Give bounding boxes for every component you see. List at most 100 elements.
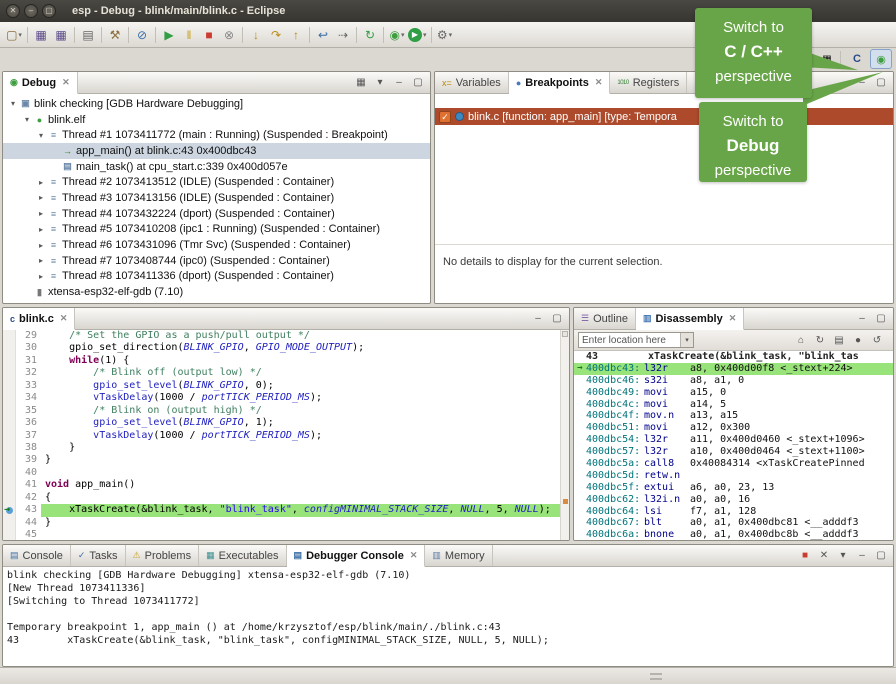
build-all-icon[interactable]: ⚒ xyxy=(105,25,125,45)
tab-console[interactable]: ▤Console xyxy=(3,545,71,566)
console-output[interactable]: blink checking [GDB Hardware Debugging] … xyxy=(3,567,893,666)
debug-tree-item[interactable]: ▸≡Thread #7 1073408744 (ipc0) (Suspended… xyxy=(3,253,430,269)
chevron-down-icon[interactable]: ▾ xyxy=(680,333,693,347)
overview-ruler[interactable] xyxy=(560,330,569,541)
debug-tree[interactable]: ▾▣blink checking [GDB Hardware Debugging… xyxy=(3,94,430,303)
tree-expander-icon[interactable]: ▸ xyxy=(35,193,47,202)
tree-expander-icon[interactable]: ▾ xyxy=(7,99,19,108)
tree-expander-icon[interactable]: ▸ xyxy=(35,225,47,234)
minimize-icon[interactable]: – xyxy=(530,311,546,327)
minimize-icon[interactable]: – xyxy=(854,548,870,564)
disassembly-instruction[interactable]: 400dbc4f:mov.na13, a15 xyxy=(574,410,893,422)
debug-tree-item[interactable]: →app_main() at blink.c:43 0x400dbc43 xyxy=(3,143,430,159)
editor-line[interactable]: 32 /* Blink off (output low) */ xyxy=(3,367,569,379)
minimize-window-button[interactable]: – xyxy=(24,4,38,18)
tree-expander-icon[interactable]: ▸ xyxy=(35,178,47,187)
editor-gutter[interactable] xyxy=(3,430,16,442)
editor-gutter[interactable] xyxy=(3,367,16,379)
tree-expander-icon[interactable]: ▸ xyxy=(35,272,47,281)
resume-icon[interactable]: ▶ xyxy=(159,25,179,45)
close-tab-icon[interactable]: ✕ xyxy=(62,77,70,88)
disassembly-instruction[interactable]: 400dbc62:l32i.na0, a0, 16 xyxy=(574,494,893,506)
tab-executables[interactable]: ▦Executables xyxy=(199,545,286,566)
disassembly-instruction[interactable]: 400dbc5a:call80x40084314 <xTaskCreatePin… xyxy=(574,458,893,470)
tab-debug[interactable]: ◉Debug✕ xyxy=(3,72,78,94)
tab-debugger-console[interactable]: ▤Debugger Console✕ xyxy=(287,545,426,567)
close-tab-icon[interactable]: ✕ xyxy=(595,77,603,88)
instruction-stepping-icon[interactable]: ⇢ xyxy=(333,25,353,45)
external-tools-icon[interactable]: ⚙▾ xyxy=(435,25,455,45)
tab-problems[interactable]: ⚠Problems xyxy=(126,545,200,566)
disassembly-instruction[interactable]: 400dbc54:l32ra11, 0x400d0460 <_stext+109… xyxy=(574,434,893,446)
run-icon[interactable]: ▶▾ xyxy=(407,25,428,45)
debug-tree-item[interactable]: ▸≡Thread #8 1073411336 (dport) (Suspende… xyxy=(3,269,430,285)
debug-tree-item[interactable]: ▸≡Thread #4 1073432224 (dport) (Suspende… xyxy=(3,206,430,222)
tree-expander-icon[interactable]: ▸ xyxy=(35,256,47,265)
remove-console-icon[interactable]: ✕ xyxy=(816,548,832,564)
terminate-icon[interactable]: ■ xyxy=(199,25,219,45)
disassembly-instruction[interactable]: 400dbc57:l32ra10, 0x400d0464 <_stext+110… xyxy=(574,446,893,458)
debug-tree-item[interactable]: ▾≡Thread #1 1073411772 (main : Running) … xyxy=(3,127,430,143)
location-combo[interactable]: Enter location here ▾ xyxy=(578,332,694,348)
debug-tree-item[interactable]: ▮xtensa-esp32-elf-gdb (7.10) xyxy=(3,284,430,300)
editor-gutter[interactable] xyxy=(3,467,16,479)
toggle-breakpoint-icon[interactable]: ● xyxy=(850,332,866,348)
editor-line[interactable]: 36 gpio_set_level(BLINK_GPIO, 1); xyxy=(3,417,569,429)
view-menu-icon[interactable]: ▾ xyxy=(372,75,388,91)
editor-gutter[interactable] xyxy=(3,355,16,367)
editor-gutter[interactable] xyxy=(3,330,16,342)
tab-variables[interactable]: x=Variables xyxy=(435,72,509,93)
terminate-icon[interactable]: ■ xyxy=(797,548,813,564)
current-line-marker-icon[interactable] xyxy=(563,499,568,504)
maximize-icon[interactable]: ▢ xyxy=(410,75,426,91)
editor-line[interactable]: 30 gpio_set_direction(BLINK_GPIO, GPIO_M… xyxy=(3,342,569,354)
close-tab-icon[interactable]: ✕ xyxy=(729,313,737,324)
current-instruction-pointer-icon[interactable]: → xyxy=(3,504,16,516)
debug-tree-item[interactable]: ▸≡Thread #2 1073413512 (IDLE) (Suspended… xyxy=(3,174,430,190)
suspend-icon[interactable]: ‖ xyxy=(179,25,199,45)
debug-perspective-button[interactable]: ◉ xyxy=(870,49,892,69)
editor-line[interactable]: 44} xyxy=(3,517,569,529)
editor-gutter[interactable] xyxy=(3,342,16,354)
maximize-icon[interactable]: ▢ xyxy=(873,548,889,564)
disassembly-instruction[interactable]: 400dbc51:movia12, 0x300 xyxy=(574,422,893,434)
drop-to-frame-icon[interactable]: ↩ xyxy=(313,25,333,45)
editor-gutter[interactable] xyxy=(3,392,16,404)
maximize-icon[interactable]: ▢ xyxy=(873,75,889,91)
debug-tree-item[interactable]: ▸≡Thread #3 1073413156 (IDLE) (Suspended… xyxy=(3,190,430,206)
refresh-view-icon[interactable]: ↺ xyxy=(869,332,885,348)
tab-registers[interactable]: 1010Registers xyxy=(610,72,687,93)
close-tab-icon[interactable]: ✕ xyxy=(410,550,418,561)
print-icon[interactable]: ▤ xyxy=(78,25,98,45)
editor-body[interactable]: 29 /* Set the GPIO as a push/pull output… xyxy=(3,330,569,541)
sash-handle[interactable] xyxy=(650,673,662,680)
disassembly-instruction[interactable]: 400dbc67:blta0, a1, 0x400dbc81 <__adddf3 xyxy=(574,517,893,529)
editor-line[interactable]: 41void app_main() xyxy=(3,479,569,491)
disassembly-instruction[interactable]: 400dbc64:lsif7, a1, 128 xyxy=(574,506,893,518)
editor-line[interactable]: 39} xyxy=(3,454,569,466)
minimize-icon[interactable]: – xyxy=(391,75,407,91)
editor-gutter[interactable] xyxy=(3,454,16,466)
tree-expander-icon[interactable]: ▾ xyxy=(21,115,33,124)
editor-line[interactable]: 31 while(1) { xyxy=(3,355,569,367)
maximize-window-button[interactable]: ▢ xyxy=(42,4,56,18)
show-source-icon[interactable]: ▤ xyxy=(831,332,847,348)
step-return-icon[interactable]: ↑ xyxy=(286,25,306,45)
tab-memory[interactable]: ▥Memory xyxy=(425,545,492,566)
home-icon[interactable]: ⌂ xyxy=(793,332,809,348)
breakpoint-row[interactable]: ✓ blink.c [function: app_main] [type: Te… xyxy=(435,108,893,125)
editor-line[interactable]: 35 /* Blink on (output high) */ xyxy=(3,405,569,417)
debug-icon[interactable]: ◉▾ xyxy=(387,25,407,45)
editor-line[interactable]: 29 /* Set the GPIO as a push/pull output… xyxy=(3,330,569,342)
disassembly-instruction[interactable]: →400dbc43:l32ra8, 0x400d00f8 <_stext+224… xyxy=(574,363,893,375)
close-tab-icon[interactable]: ✕ xyxy=(60,313,68,324)
editor-gutter[interactable] xyxy=(3,529,16,541)
disassembly-source-line[interactable]: 43xTaskCreate(&blink_task, "blink_tas xyxy=(574,351,893,363)
disassembly-instruction[interactable]: 400dbc6a:bnonea0, a1, 0x400dbc8b <__addd… xyxy=(574,529,893,540)
new-wizard-icon[interactable]: ▢▾ xyxy=(4,25,24,45)
tab-outline[interactable]: ☰Outline xyxy=(574,308,636,329)
tab-blink-c[interactable]: cblink.c✕ xyxy=(3,308,75,330)
editor-line[interactable]: 37 vTaskDelay(1000 / portTICK_PERIOD_MS)… xyxy=(3,430,569,442)
step-into-icon[interactable]: ↓ xyxy=(246,25,266,45)
close-window-button[interactable]: ✕ xyxy=(6,4,20,18)
